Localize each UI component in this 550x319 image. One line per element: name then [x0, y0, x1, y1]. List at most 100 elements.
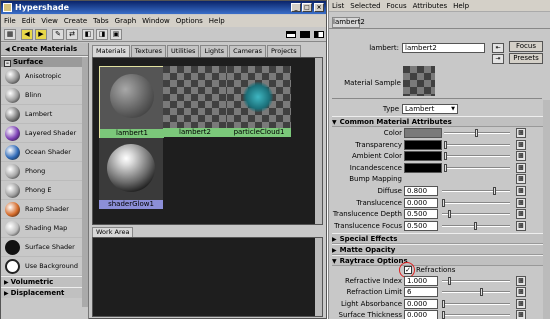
menu-attributes[interactable]: Attributes — [410, 0, 451, 11]
attribute-value-field[interactable]: 0.500 — [404, 209, 438, 220]
map-button-icon[interactable]: ▩ — [516, 298, 526, 309]
attribute-editor-scrollbar[interactable] — [543, 100, 550, 319]
menu-options[interactable]: Options — [173, 15, 206, 27]
graph-input-output-icon[interactable]: ◨ — [96, 29, 108, 40]
section-displacement[interactable]: ▶ Displacement — [1, 287, 88, 298]
node-name-field[interactable]: lambert2 — [402, 43, 485, 53]
close-icon[interactable]: × — [314, 3, 324, 12]
toggle-create-bar-icon[interactable]: ▦ — [4, 29, 16, 40]
slider-handle[interactable] — [480, 288, 484, 297]
menu-file[interactable]: File — [1, 15, 19, 27]
menu-selected[interactable]: Selected — [347, 0, 383, 11]
maximize-icon[interactable]: □ — [302, 3, 312, 12]
type-dropdown[interactable]: Lambert ▼ — [402, 104, 458, 114]
attribute-slider[interactable] — [442, 201, 510, 204]
expand-arrow-icon[interactable]: ▶ — [4, 290, 9, 297]
slider-handle[interactable] — [444, 152, 447, 161]
attribute-slider[interactable] — [444, 166, 510, 169]
presets-button[interactable]: Presets — [509, 53, 543, 64]
tab-materials[interactable]: Materials — [92, 45, 130, 57]
section-common-material-attributes[interactable]: ▼ Common Material Attributes — [332, 116, 543, 127]
work-area-scrollbar[interactable] — [315, 238, 322, 316]
menu-graph[interactable]: Graph — [112, 15, 139, 27]
go-to-input-icon[interactable]: ⇤ — [492, 43, 504, 53]
work-area-view[interactable] — [92, 237, 323, 317]
material-item[interactable]: Ramp Shader — [1, 200, 88, 219]
attribute-slider[interactable] — [442, 314, 510, 317]
attribute-value-field[interactable]: 0.800 — [404, 186, 438, 196]
tab-lights[interactable]: Lights — [200, 45, 229, 57]
material-item[interactable]: Anisotropic — [1, 67, 88, 86]
slider-handle[interactable] — [448, 210, 452, 219]
map-button-icon[interactable]: ▩ — [516, 310, 526, 319]
focus-button[interactable]: Focus — [509, 41, 543, 52]
section-volumetric[interactable]: ▶ Volumetric — [1, 276, 88, 287]
layout-top-bottom-icon[interactable] — [286, 31, 296, 38]
attribute-value-field[interactable]: 0.000 — [404, 197, 438, 208]
clear-graph-icon[interactable]: ✎ — [52, 29, 64, 40]
attribute-value-field[interactable]: 0.500 — [404, 220, 438, 231]
slider-handle[interactable] — [475, 129, 478, 137]
menu-edit[interactable]: Edit — [19, 15, 39, 27]
layout-single-icon[interactable] — [300, 31, 310, 38]
create-panel-scrollbar[interactable] — [82, 57, 88, 307]
material-item[interactable]: Ocean Shader — [1, 143, 88, 162]
attribute-value-field[interactable]: 0.000 — [404, 298, 438, 309]
map-button-icon[interactable]: ▩ — [516, 151, 526, 162]
material-item[interactable]: Use Background — [1, 257, 88, 276]
collapse-box-icon[interactable]: – — [4, 60, 11, 67]
node-lambert1[interactable]: lambert1 — [99, 66, 164, 140]
menu-tabs[interactable]: Tabs — [90, 15, 112, 27]
attribute-value-field[interactable]: 1.000 — [404, 276, 438, 286]
material-item[interactable]: Blinn — [1, 86, 88, 105]
attribute-value-field[interactable]: 6 — [404, 287, 438, 298]
map-button-icon[interactable]: ▩ — [516, 276, 526, 286]
forward-arrow-icon[interactable]: ▶ — [35, 29, 47, 40]
menu-window[interactable]: Window — [139, 15, 173, 27]
color-swatch[interactable] — [404, 151, 442, 162]
expand-arrow-icon[interactable]: ◀ — [5, 46, 10, 53]
menu-help[interactable]: Help — [206, 15, 228, 27]
menu-view[interactable]: View — [38, 15, 61, 27]
attribute-slider[interactable] — [444, 155, 510, 158]
slider-handle[interactable] — [493, 187, 497, 195]
map-button-icon[interactable]: ▩ — [516, 197, 526, 208]
node-particlecloud1[interactable]: particleCloud1 — [227, 66, 291, 140]
material-item[interactable]: Surface Shader — [1, 238, 88, 257]
slider-handle[interactable] — [444, 163, 447, 172]
material-item[interactable]: Phong E — [1, 181, 88, 200]
map-button-icon[interactable]: ▩ — [516, 209, 526, 220]
menu-list[interactable]: List — [329, 0, 347, 11]
graph-upstream-icon[interactable]: ◧ — [82, 29, 94, 40]
materials-view-scrollbar[interactable] — [315, 58, 322, 224]
map-button-icon[interactable]: ▩ — [516, 287, 526, 298]
tab-cameras[interactable]: Cameras — [229, 45, 266, 57]
section-surface[interactable]: – Surface — [1, 56, 88, 67]
attribute-slider[interactable] — [442, 291, 510, 294]
attribute-slider[interactable] — [442, 302, 510, 305]
tab-work-area[interactable]: Work Area — [92, 227, 134, 237]
slider-handle[interactable] — [474, 221, 477, 230]
rearrange-graph-icon[interactable]: ⇄ — [66, 29, 78, 40]
tab-projects[interactable]: Projects — [266, 45, 301, 57]
color-swatch[interactable] — [404, 128, 442, 138]
expand-arrow-icon[interactable]: ▶ — [4, 279, 9, 286]
map-button-icon[interactable]: ▩ — [516, 220, 526, 231]
map-button-icon[interactable]: ▩ — [516, 128, 526, 138]
color-swatch[interactable] — [404, 162, 442, 173]
slider-handle[interactable] — [442, 311, 445, 319]
material-item[interactable]: Layered Shader — [1, 124, 88, 143]
hypershade-titlebar[interactable]: Hypershade _ □ × — [1, 1, 326, 14]
go-to-output-icon[interactable]: ⇥ — [492, 54, 504, 64]
back-arrow-icon[interactable]: ◀ — [21, 29, 33, 40]
menu-create[interactable]: Create — [61, 15, 90, 27]
menu-help[interactable]: Help — [450, 0, 472, 11]
tab-utilities[interactable]: Utilities — [166, 45, 200, 57]
node-shaderglow1[interactable]: shaderGlow1 — [99, 138, 163, 212]
slider-handle[interactable] — [444, 140, 447, 149]
material-item[interactable]: Lambert — [1, 105, 88, 124]
attribute-value-field[interactable]: 0.000 — [404, 310, 438, 319]
map-button-icon[interactable]: ▩ — [516, 162, 526, 173]
map-button-icon[interactable]: ▩ — [516, 186, 526, 196]
menu-focus[interactable]: Focus — [384, 0, 410, 11]
